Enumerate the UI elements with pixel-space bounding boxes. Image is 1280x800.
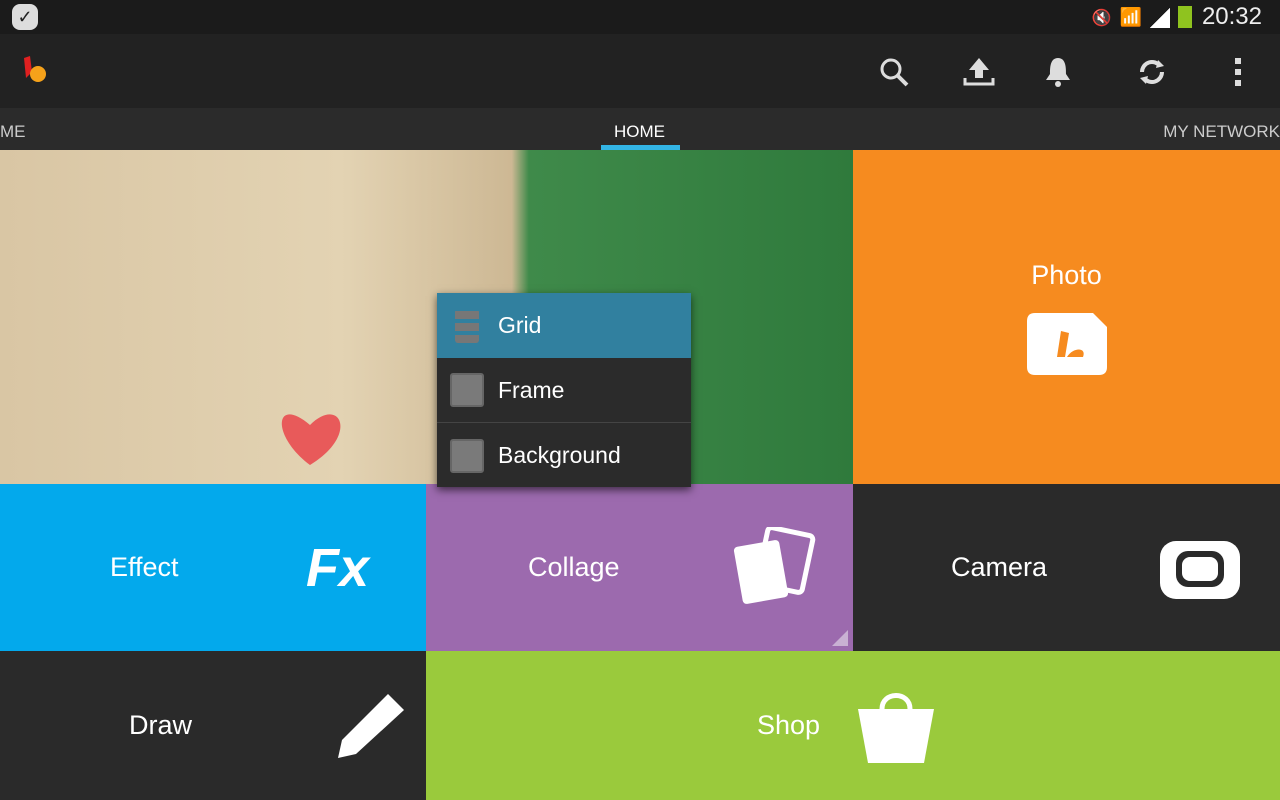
collage-label: Collage — [528, 552, 620, 582]
draw-label: Draw — [129, 710, 193, 740]
menu-item-label: Frame — [498, 376, 565, 403]
menu-item-label: Background — [498, 442, 621, 468]
photo-label: Photo — [1031, 259, 1102, 290]
photo-icon — [1026, 312, 1107, 375]
camera-icon — [1160, 540, 1240, 599]
effect-tile[interactable]: Effect Fx — [0, 484, 426, 651]
menu-item-label: Grid — [498, 312, 542, 338]
collage-icon — [733, 526, 816, 604]
action-bar — [0, 34, 1280, 108]
shopping-bag-icon — [858, 692, 934, 763]
grid-icon — [455, 308, 479, 343]
tab-me[interactable]: ME — [0, 122, 26, 142]
featured-banner[interactable] — [0, 150, 853, 484]
tab-my-network[interactable]: MY NETWORK — [1163, 122, 1280, 142]
upload-icon[interactable] — [961, 54, 997, 90]
sync-icon[interactable] — [1134, 54, 1170, 90]
app-logo[interactable] — [20, 54, 50, 84]
shop-tile[interactable]: Shop — [426, 651, 1280, 800]
draw-tile[interactable]: Draw — [0, 651, 426, 800]
menu-item-frame[interactable]: Frame — [437, 358, 691, 423]
collage-tile[interactable]: Collage — [426, 484, 853, 651]
mute-icon: 🔇 — [1091, 10, 1112, 27]
pencil-icon — [338, 693, 404, 758]
background-icon — [450, 438, 484, 473]
effect-label: Effect — [110, 552, 179, 582]
search-icon[interactable] — [876, 54, 912, 90]
clock: 20:32 — [1201, 3, 1262, 30]
check-notification-icon: ✓ — [12, 4, 38, 30]
signal-icon — [1150, 8, 1170, 28]
menu-item-background[interactable]: Background — [437, 423, 691, 488]
bell-icon[interactable] — [1040, 54, 1076, 90]
battery-icon — [1178, 6, 1192, 28]
status-bar: ✓ 🔇 📶 20:32 — [0, 0, 1280, 34]
collage-popup-menu: Grid Frame Background — [437, 293, 691, 487]
frame-icon — [450, 373, 484, 407]
menu-item-grid[interactable]: Grid — [437, 293, 691, 358]
photo-tile[interactable]: Photo — [853, 150, 1280, 484]
tab-bar: ME HOME MY NETWORK — [0, 108, 1280, 150]
overflow-menu-icon[interactable] — [1220, 54, 1256, 90]
banner-illustration — [281, 414, 341, 465]
tab-home[interactable]: HOME — [614, 122, 665, 142]
shop-label: Shop — [757, 710, 821, 740]
wifi-icon: 📶 — [1119, 7, 1142, 27]
fx-icon: Fx — [306, 537, 370, 598]
corner-indicator — [832, 630, 848, 646]
camera-label: Camera — [951, 552, 1048, 582]
camera-tile[interactable]: Camera — [853, 484, 1280, 651]
